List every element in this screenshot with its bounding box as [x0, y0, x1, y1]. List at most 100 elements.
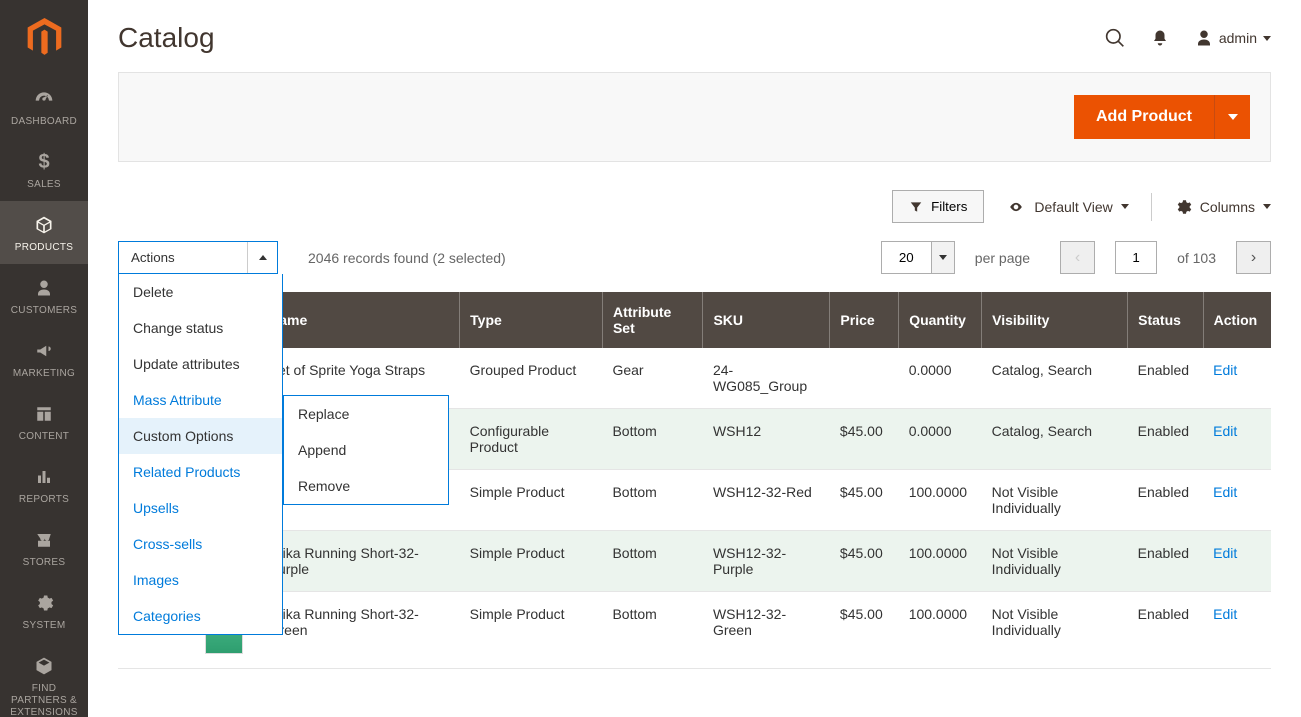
user-name: admin	[1219, 30, 1257, 46]
cell-type: Grouped Product	[460, 348, 603, 409]
magento-logo-icon	[27, 18, 62, 58]
submenu-replace[interactable]: Replace	[284, 396, 448, 432]
col-price[interactable]: Price	[830, 292, 899, 348]
action-update-attributes[interactable]: Update attributes	[119, 346, 282, 382]
nav-reports[interactable]: REPORTS	[0, 453, 88, 516]
edit-link[interactable]: Edit	[1213, 484, 1237, 500]
chevron-up-icon	[247, 242, 277, 273]
cell-attr: Bottom	[602, 531, 703, 592]
submenu-append[interactable]: Append	[284, 432, 448, 468]
account-menu[interactable]: admin	[1195, 29, 1271, 47]
actions-dropdown-label: Actions	[119, 250, 247, 265]
add-product-split-button: Add Product	[1074, 95, 1250, 139]
action-images[interactable]: Images	[119, 562, 282, 598]
col-visibility[interactable]: Visibility	[982, 292, 1128, 348]
grid-toolbar: Filters Default View Columns	[118, 190, 1271, 223]
edit-link[interactable]: Edit	[1213, 545, 1237, 561]
chevron-down-icon	[1121, 204, 1129, 209]
cell-status: Enabled	[1128, 470, 1204, 531]
col-name[interactable]: Name	[259, 292, 460, 348]
col-action[interactable]: Action	[1203, 292, 1271, 348]
gear-icon	[34, 591, 54, 615]
magento-logo[interactable]	[0, 0, 88, 75]
cell-type: Simple Product	[460, 592, 603, 669]
cell-price	[830, 348, 899, 409]
cell-sku: WSH12-32-Green	[703, 592, 830, 669]
nav-stores[interactable]: STORES	[0, 516, 88, 579]
per-page-input[interactable]	[881, 241, 931, 274]
col-quantity[interactable]: Quantity	[899, 292, 982, 348]
col-attribute-set[interactable]: Attribute Set	[602, 292, 703, 348]
search-icon[interactable]	[1105, 28, 1125, 48]
storefront-icon	[33, 528, 55, 552]
admin-sidebar: DASHBOARD $ SALES PRODUCTS CUSTOMERS MAR…	[0, 0, 88, 717]
gear-icon	[1174, 198, 1192, 216]
cell-sku: WSH12-32-Red	[703, 470, 830, 531]
page-prev-button[interactable]: ‹	[1060, 241, 1095, 274]
eye-icon	[1006, 200, 1026, 214]
cell-price: $45.00	[830, 592, 899, 669]
nav-find-partners[interactable]: FIND PARTNERS & EXTENSIONS	[0, 642, 88, 717]
default-view-dropdown[interactable]: Default View	[1006, 199, 1128, 215]
cell-price: $45.00	[830, 470, 899, 531]
bar-chart-icon	[34, 465, 54, 489]
action-cross-sells[interactable]: Cross-sells	[119, 526, 282, 562]
nav-dashboard[interactable]: DASHBOARD	[0, 75, 88, 138]
columns-dropdown[interactable]: Columns	[1174, 198, 1271, 216]
edit-link[interactable]: Edit	[1213, 362, 1237, 378]
page-header: Catalog admin	[118, 0, 1271, 72]
custom-options-submenu: Replace Append Remove	[283, 395, 449, 505]
nav-system[interactable]: SYSTEM	[0, 579, 88, 642]
col-sku[interactable]: SKU	[703, 292, 830, 348]
add-product-button[interactable]: Add Product	[1074, 95, 1214, 139]
nav-products[interactable]: PRODUCTS	[0, 201, 88, 264]
nav-marketing[interactable]: MARKETING	[0, 327, 88, 390]
nav-content[interactable]: CONTENT	[0, 390, 88, 453]
chevron-down-icon	[939, 255, 947, 260]
cell-price: $45.00	[830, 409, 899, 470]
action-categories[interactable]: Categories	[119, 598, 282, 634]
add-product-toggle[interactable]	[1214, 95, 1250, 139]
default-view-label: Default View	[1034, 199, 1112, 215]
cell-attr: Bottom	[602, 592, 703, 669]
action-delete[interactable]: Delete	[119, 274, 282, 310]
cell-price: $45.00	[830, 531, 899, 592]
edit-link[interactable]: Edit	[1213, 606, 1237, 622]
cell-attr: Bottom	[602, 470, 703, 531]
page-next-button[interactable]: ›	[1236, 241, 1271, 274]
nav-sales[interactable]: $ SALES	[0, 138, 88, 201]
action-related-products[interactable]: Related Products	[119, 454, 282, 490]
page-current-input[interactable]	[1115, 241, 1157, 274]
col-status[interactable]: Status	[1128, 292, 1204, 348]
cell-type: Simple Product	[460, 470, 603, 531]
person-icon	[1195, 29, 1213, 47]
box-icon	[33, 213, 55, 237]
bulk-actions-dropdown[interactable]: Actions	[118, 241, 278, 274]
nav-customers[interactable]: CUSTOMERS	[0, 264, 88, 327]
table-row: 2042 Erika Running Short-32-Green Simple…	[118, 592, 1271, 669]
action-custom-options[interactable]: Custom Options	[119, 418, 282, 454]
col-type[interactable]: Type	[460, 292, 603, 348]
bell-icon[interactable]	[1151, 28, 1169, 48]
records-found-label: 2046 records found (2 selected)	[308, 250, 506, 266]
cell-qty: 100.0000	[899, 592, 982, 669]
cell-type: Simple Product	[460, 531, 603, 592]
filters-button[interactable]: Filters	[892, 190, 984, 223]
cell-status: Enabled	[1128, 348, 1204, 409]
page-total-label: of 103	[1177, 250, 1216, 266]
action-mass-attribute[interactable]: Mass Attribute	[119, 382, 282, 418]
edit-link[interactable]: Edit	[1213, 423, 1237, 439]
cell-qty: 100.0000	[899, 470, 982, 531]
action-upsells[interactable]: Upsells	[119, 490, 282, 526]
submenu-remove[interactable]: Remove	[284, 468, 448, 504]
divider	[1151, 193, 1152, 221]
filters-label: Filters	[931, 199, 967, 214]
action-change-status[interactable]: Change status	[119, 310, 282, 346]
layout-icon	[34, 402, 54, 426]
person-icon	[35, 276, 53, 300]
per-page-toggle[interactable]	[931, 241, 955, 274]
bulk-actions-menu: Delete Change status Update attributes M…	[118, 274, 283, 635]
table-row: Erika Running Short-32-Purple Simple Pro…	[118, 531, 1271, 592]
cell-status: Enabled	[1128, 592, 1204, 669]
cell-name: Erika Running Short-32-Purple	[259, 531, 460, 592]
